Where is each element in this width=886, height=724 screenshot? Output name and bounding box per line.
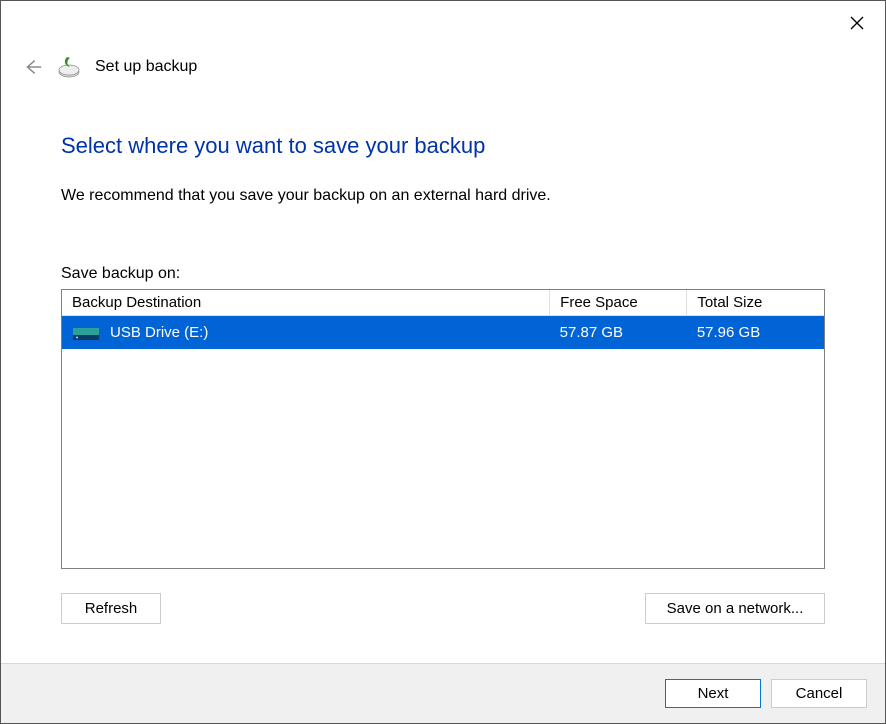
back-button[interactable] [21, 56, 43, 78]
save-on-network-button[interactable]: Save on a network... [645, 593, 825, 624]
close-button[interactable] [847, 13, 867, 33]
drive-list[interactable]: Backup Destination Free Space Total Size [61, 289, 825, 569]
content-area: Select where you want to save your backu… [1, 133, 885, 624]
drive-free-space: 57.87 GB [550, 316, 687, 350]
next-button[interactable]: Next [665, 679, 761, 708]
backup-wizard-icon [57, 55, 81, 79]
list-label: Save backup on: [61, 265, 825, 283]
column-header-total-size[interactable]: Total Size [687, 290, 824, 316]
wizard-footer: Next Cancel [1, 663, 885, 723]
drive-name: USB Drive (E:) [110, 324, 208, 341]
column-header-free-space[interactable]: Free Space [550, 290, 687, 316]
page-heading: Select where you want to save your backu… [61, 133, 825, 159]
arrow-left-icon [21, 56, 43, 78]
drive-total-size: 57.96 GB [687, 316, 824, 350]
title-bar [1, 1, 885, 45]
close-icon [850, 16, 864, 30]
wizard-header: Set up backup [1, 55, 885, 79]
column-header-destination[interactable]: Backup Destination [62, 290, 550, 316]
drive-icon [72, 325, 100, 341]
refresh-button[interactable]: Refresh [61, 593, 161, 624]
drive-row[interactable]: USB Drive (E:) 57.87 GB 57.96 GB [62, 316, 824, 350]
cancel-button[interactable]: Cancel [771, 679, 867, 708]
wizard-title: Set up backup [95, 58, 197, 76]
recommendation-text: We recommend that you save your backup o… [61, 187, 825, 205]
